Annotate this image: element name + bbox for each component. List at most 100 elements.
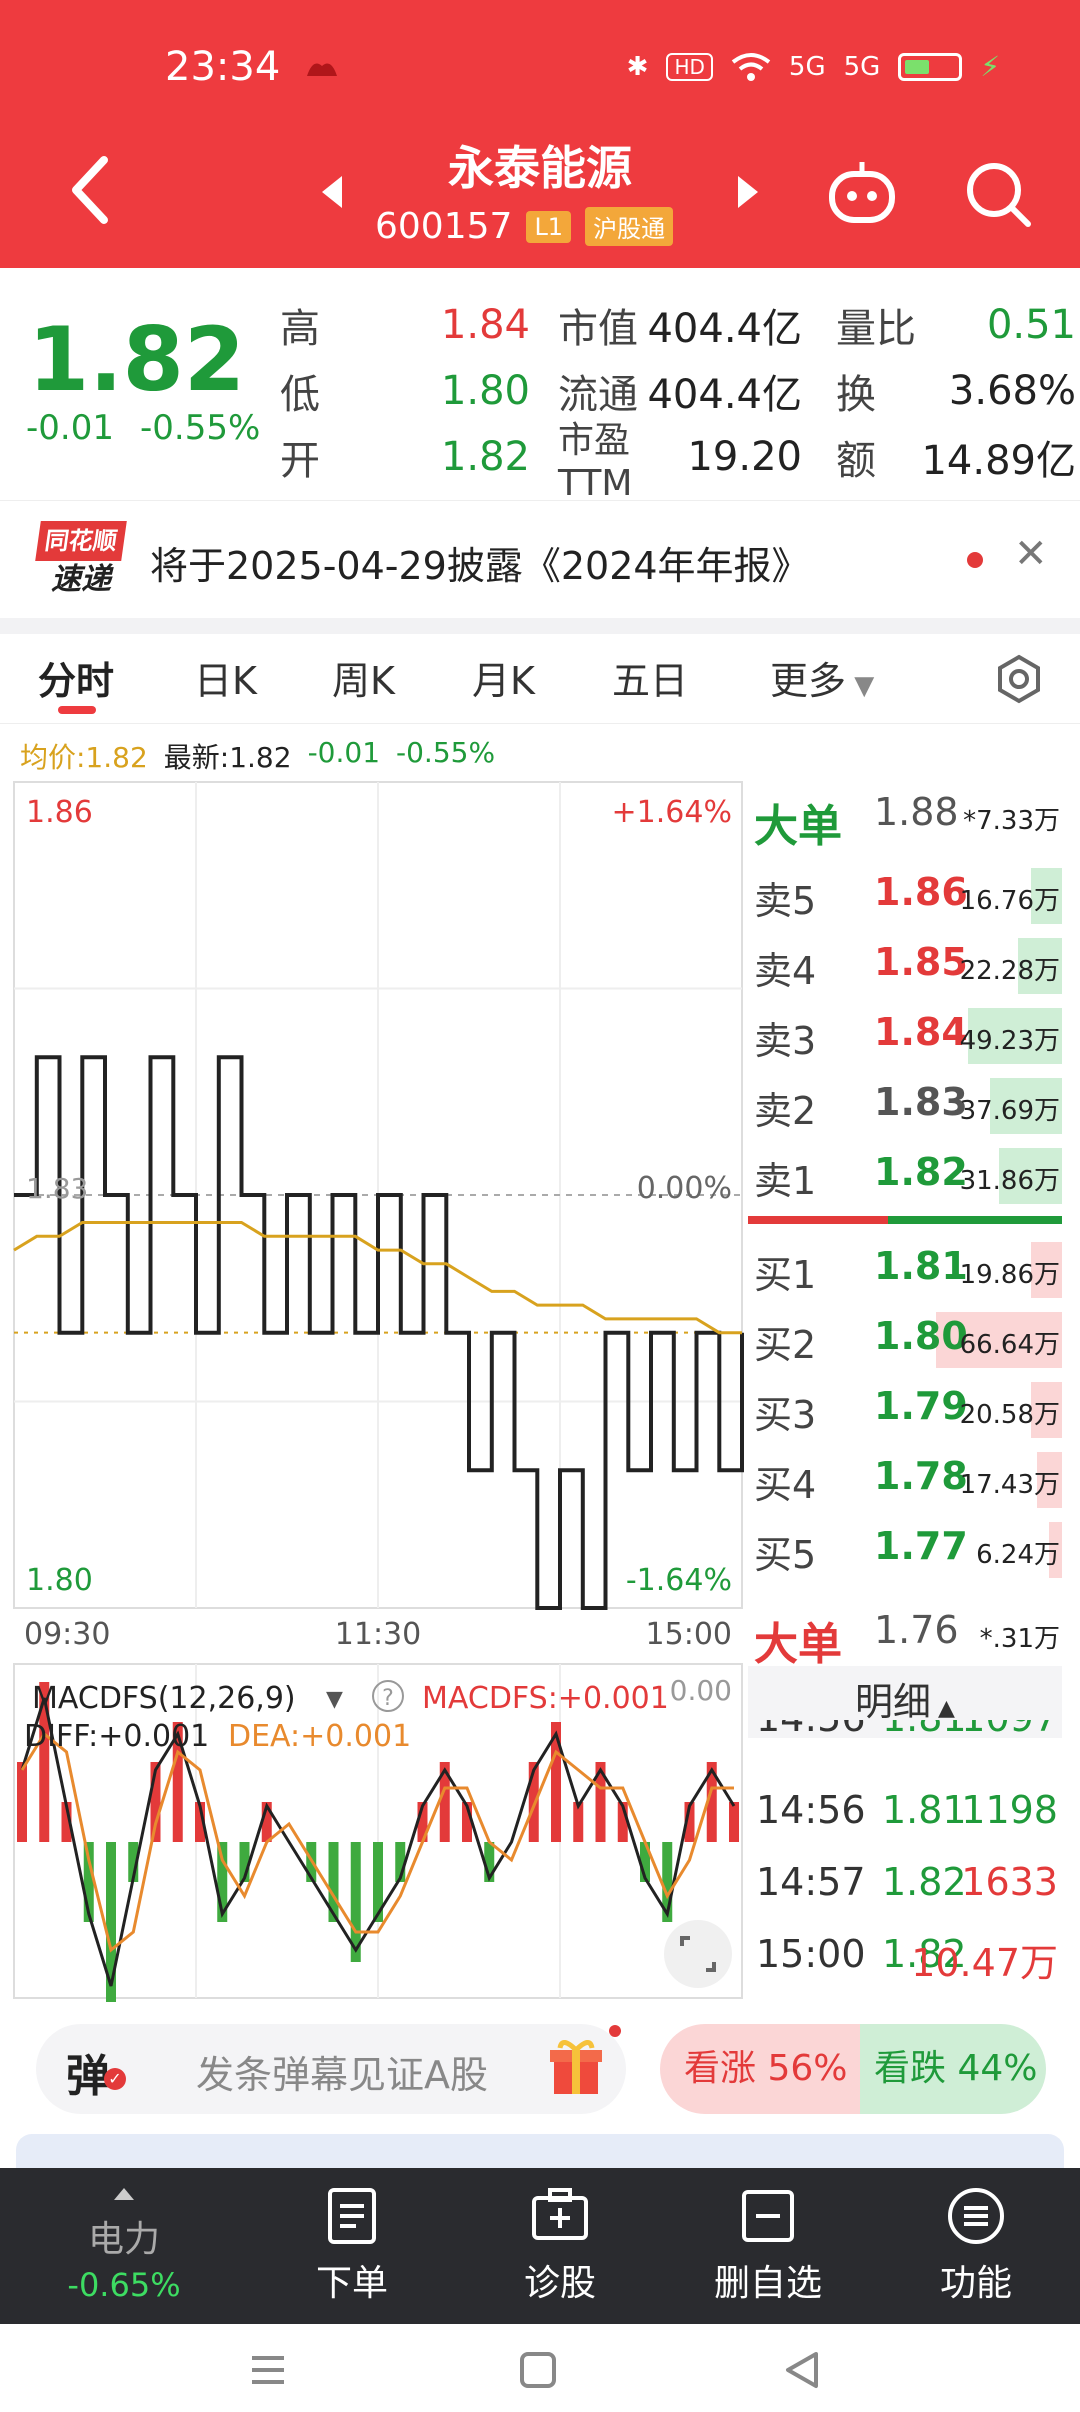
- order-icon: [328, 2188, 376, 2244]
- remove-watchlist-button[interactable]: 删自选: [688, 2186, 848, 2306]
- quote-col-ratio: 量比 0.51 换 3.68% 额 14.89亿: [836, 292, 1076, 490]
- amount-label: 额: [836, 438, 876, 484]
- sell-price: 1.84: [874, 1010, 968, 1054]
- search-icon[interactable]: [960, 156, 1036, 232]
- pe-value: 19.20: [687, 434, 802, 480]
- active-tab-indicator: [58, 706, 96, 714]
- quote-panel: 1.82 -0.01 -0.55% 高 1.84 低 1.80 开 1.82 市值 40…: [0, 268, 1080, 504]
- quote-col-mcap: 市值 404.4亿 流通 404.4亿 市盈TTM 19.20: [558, 292, 802, 504]
- trade-time: 14:56: [756, 1788, 866, 1832]
- signal-5g-icon: 5G: [788, 51, 826, 82]
- settings-icon[interactable]: [994, 654, 1044, 704]
- macd-title[interactable]: MACDFS(12,26,9): [32, 1681, 296, 1716]
- trade-vol: 10.47万: [911, 1941, 1058, 1985]
- dea-value: DEA:+0.001: [228, 1719, 411, 1754]
- quote-col-hlo: 高 1.84 低 1.80 开 1.82: [280, 292, 530, 490]
- sell-level-5[interactable]: 卖1 1.82 31.86万: [748, 1138, 1062, 1208]
- caret-up-icon: ▲: [931, 1696, 955, 1721]
- prev-stock-icon[interactable]: [318, 174, 346, 210]
- sell-label: 卖1: [754, 1159, 817, 1203]
- buy-label: 买2: [754, 1323, 817, 1367]
- level-tag: L1: [526, 210, 572, 243]
- trade-price: 1.82: [882, 1860, 967, 1904]
- battery-icon: [898, 52, 963, 81]
- buy-price: 1.80: [874, 1314, 968, 1358]
- sell-level-1[interactable]: 卖5 1.86 16.76万: [748, 858, 1062, 928]
- sell-level-3[interactable]: 卖3 1.84 49.23万: [748, 998, 1062, 1068]
- tab-daily-k[interactable]: 日K: [194, 650, 257, 705]
- function-button[interactable]: 功能: [896, 2186, 1056, 2306]
- ai-robot-icon[interactable]: [824, 156, 900, 232]
- macd-bar: [729, 1802, 739, 1842]
- notice-banner[interactable]: 同花顺 速递 将于2025-04-29披露《2024年年报》 ✕: [0, 500, 1080, 618]
- chart-tabs: 分时 日K 周K 月K 五日 更多 ▼: [0, 634, 1080, 724]
- chart-canvas[interactable]: 1.86 +1.64% 1.83 0.00% 1.80 -1.64% 09:30…: [0, 778, 745, 2008]
- danmu-label: 弹: [66, 2051, 110, 2102]
- change-abs: -0.01: [26, 408, 114, 448]
- tab-more[interactable]: 更多 ▼: [770, 650, 874, 705]
- back-nav-icon[interactable]: [782, 2350, 822, 2390]
- buy-level-5[interactable]: 买5 1.77 6.24万: [748, 1512, 1062, 1582]
- latest-pct: -0.55%: [396, 736, 496, 769]
- sell-label: 卖3: [754, 1019, 817, 1063]
- vote-up-button[interactable]: 看涨 56%: [660, 2024, 860, 2114]
- big-sell-row[interactable]: 大单 1.88 *7.33万: [748, 778, 1062, 852]
- sell-vol: 37.69万: [959, 1096, 1060, 1126]
- sector-power[interactable]: 电力 -0.65%: [44, 2186, 204, 2304]
- buy-level-4[interactable]: 买4 1.78 17.43万: [748, 1442, 1062, 1512]
- vote-down-button[interactable]: 看跌 44%: [860, 2024, 1046, 2114]
- axis-mid-price: 1.83: [26, 1172, 88, 1205]
- buy-level-3[interactable]: 买3 1.79 20.58万: [748, 1372, 1062, 1442]
- sell-level-2[interactable]: 卖4 1.85 22.28万: [748, 928, 1062, 998]
- status-bar: 23:34 ✱ HD 5G 5G ⚡: [0, 0, 1080, 140]
- big-buy-row[interactable]: 大单 1.76 *.31万: [748, 1596, 1062, 1670]
- sell-label: 卖2: [754, 1089, 817, 1133]
- danmu-input[interactable]: 发条弹幕见证A股: [196, 2044, 488, 2099]
- intraday-chart[interactable]: 1.86 +1.64% 1.83 0.00% 1.80 -1.64% 09:30…: [0, 778, 745, 2008]
- buy-level-1[interactable]: 买1 1.81 19.86万: [748, 1232, 1062, 1302]
- ths-logo: 同花顺 速递: [35, 521, 127, 599]
- tab-weekly-k[interactable]: 周K: [332, 650, 395, 705]
- stock-name: 永泰能源: [448, 141, 632, 195]
- ratio-label: 量比: [836, 306, 916, 352]
- next-stock-icon[interactable]: [734, 174, 762, 210]
- buy-vol: 19.86万: [959, 1260, 1060, 1290]
- diff-value: DIFF:+0.001: [24, 1719, 209, 1754]
- tab-five-day[interactable]: 五日: [612, 650, 688, 705]
- buy-vol: 66.64万: [959, 1330, 1060, 1360]
- order-button[interactable]: 下单: [272, 2186, 432, 2306]
- tab-monthly-k[interactable]: 月K: [472, 650, 535, 705]
- home-icon[interactable]: [518, 2350, 558, 2390]
- book-split-green: [888, 1216, 1062, 1224]
- trade-price: 1.81: [882, 1788, 967, 1832]
- change-pct: -0.55%: [140, 408, 261, 448]
- charging-icon: ⚡: [980, 50, 1000, 83]
- sell-vol: 22.28万: [959, 956, 1060, 986]
- trade-time: 14:57: [756, 1860, 866, 1904]
- open-value: 1.82: [440, 434, 530, 480]
- axis-bot-price: 1.80: [26, 1563, 93, 1598]
- trade-row: 14:57 1.82 1633: [748, 1846, 1062, 1918]
- buy-vol: 17.43万: [959, 1470, 1060, 1500]
- collapsed-panel: [16, 2134, 1064, 2168]
- tab-intraday[interactable]: 分时: [38, 650, 114, 705]
- stock-sub-line: 600157 L1 沪股通: [375, 206, 674, 247]
- gift-icon[interactable]: [548, 2036, 604, 2098]
- fullscreen-button[interactable]: [664, 1920, 732, 1988]
- sell-level-4[interactable]: 卖2 1.83 37.69万: [748, 1068, 1062, 1138]
- trade-price: 1.81: [882, 1720, 967, 1740]
- close-icon[interactable]: ✕: [1014, 531, 1048, 577]
- diagnose-button[interactable]: 诊股: [480, 2186, 640, 2306]
- macd-dropdown-icon[interactable]: ▼: [326, 1687, 343, 1712]
- axis-bot-pct: -1.64%: [626, 1563, 732, 1598]
- recent-apps-icon[interactable]: [248, 2350, 288, 2390]
- buy-price: 1.77: [874, 1524, 968, 1568]
- buy-level-2[interactable]: 买2 1.80 66.64万: [748, 1302, 1062, 1372]
- big-buy-label: 大单: [754, 1619, 842, 1670]
- trade-row: 14:56 1.811097: [748, 1720, 1062, 1750]
- danmu-bar[interactable]: 弹 ✓ 发条弹幕见证A股: [36, 2024, 626, 2114]
- turnover-label: 换: [836, 372, 876, 418]
- diagnose-icon: [532, 2188, 588, 2240]
- caret-up-icon: [114, 2188, 134, 2200]
- bluetooth-icon: ✱: [626, 51, 649, 82]
